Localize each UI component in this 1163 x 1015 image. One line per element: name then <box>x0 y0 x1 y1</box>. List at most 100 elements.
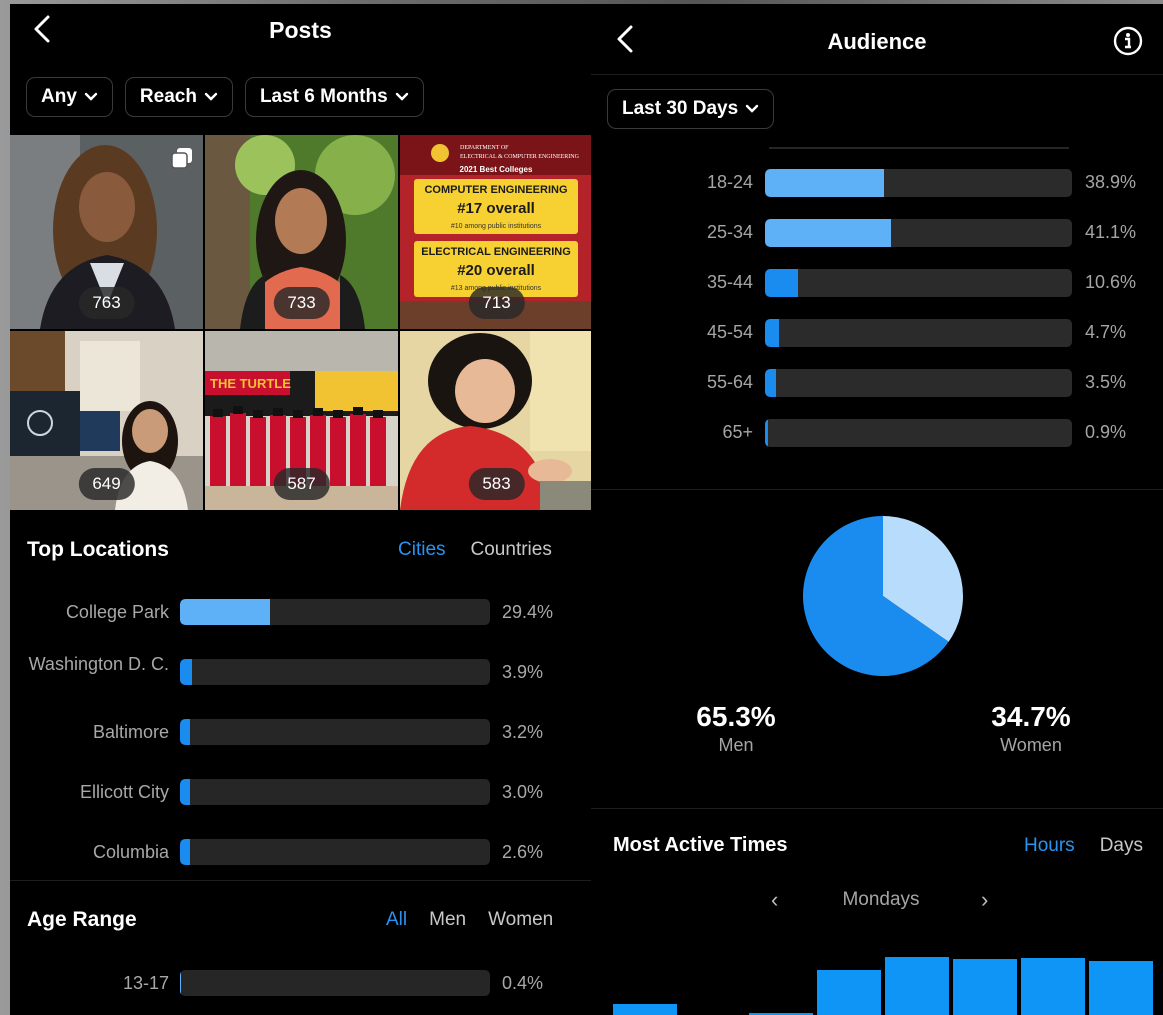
tab-days[interactable]: Days <box>1100 835 1143 857</box>
audience-age-row: 45-54 4.7% <box>591 319 1163 349</box>
location-row-percent: 2.6% <box>502 842 544 862</box>
post-thumbnail[interactable]: 583 <box>400 331 591 510</box>
prev-day-button[interactable]: ‹ <box>771 887 778 913</box>
location-row: College Park 29.4% <box>10 598 591 638</box>
posts-header: Posts <box>10 4 591 60</box>
bar-track <box>180 839 490 865</box>
age-range-title: Age Range <box>27 908 137 931</box>
chevron-down-icon <box>745 104 759 113</box>
bar-fill <box>180 779 190 805</box>
audience-age-row-label: 45-54 <box>706 322 753 342</box>
age-row: 13-17 0.4% <box>10 969 591 1009</box>
multiple-photos-icon <box>171 148 192 169</box>
tab-cities[interactable]: Cities <box>398 539 446 561</box>
location-row-percent: 3.2% <box>502 722 544 742</box>
post-thumbnail[interactable]: 733 <box>205 135 398 329</box>
audience-age-row-percent: 3.5% <box>1085 372 1127 392</box>
age-row-label: 13-17 <box>122 973 169 993</box>
graphic-header: DEPARTMENT OF <box>460 145 509 151</box>
tab-countries[interactable]: Countries <box>471 539 552 561</box>
type-filter-label: Any <box>41 86 77 107</box>
post-reach-count: 587 <box>273 468 330 500</box>
hour-bar <box>1021 958 1085 1015</box>
women-label: Women <box>1000 735 1062 755</box>
prior-bar-edge <box>769 147 1069 149</box>
location-row-percent: 3.0% <box>502 782 544 802</box>
men-percent: 65.3% <box>696 701 776 732</box>
bar-track <box>765 219 1072 247</box>
age-range-tabs: All Men Women <box>386 909 553 931</box>
divider <box>591 489 1163 490</box>
bar-fill <box>180 599 270 625</box>
post-reach-count: 713 <box>468 287 525 319</box>
day-label: Mondays <box>842 889 920 910</box>
audience-age-row: 18-24 38.9% <box>591 169 1163 199</box>
bar-track <box>180 719 490 745</box>
bar-fill <box>765 169 885 197</box>
date-range-dropdown[interactable]: Last 30 Days <box>607 89 775 129</box>
bar-fill <box>180 839 190 865</box>
bar-fill <box>180 719 190 745</box>
graphic-block1-rank: #17 overall <box>457 200 535 217</box>
audience-age-row-percent: 38.9% <box>1085 172 1137 192</box>
divider <box>591 74 1163 75</box>
location-row-label: College Park <box>65 602 169 622</box>
bar-track <box>180 970 490 996</box>
hour-bar <box>817 970 881 1015</box>
bar-fill <box>765 369 776 397</box>
bar-track <box>765 319 1072 347</box>
men-stat: 65.3% Men <box>681 701 791 756</box>
tab-all[interactable]: All <box>386 909 407 931</box>
banner-text: THE TURTLE <box>210 376 291 391</box>
bar-track <box>180 599 490 625</box>
info-icon[interactable] <box>1113 26 1143 56</box>
post-reach-count: 583 <box>468 468 525 500</box>
graphic-block1-sub: #10 among public institutions <box>451 223 542 230</box>
audience-age-row-label: 35-44 <box>706 272 753 292</box>
location-row-percent: 29.4% <box>502 602 554 622</box>
women-percent: 34.7% <box>991 701 1071 732</box>
chevron-down-icon <box>395 92 408 101</box>
tab-hours[interactable]: Hours <box>1024 835 1075 857</box>
period-filter-label: Last 6 Months <box>259 86 388 107</box>
post-filters: Any Reach Last 6 Months <box>26 77 424 117</box>
post-thumbnail[interactable]: 649 <box>10 331 203 510</box>
divider <box>10 880 591 881</box>
next-day-button[interactable]: › <box>981 887 988 913</box>
gender-pie-chart <box>803 516 963 676</box>
bar-track <box>765 269 1072 297</box>
active-times-tabs: Hours Days <box>1024 835 1143 857</box>
location-row-label: Columbia <box>92 842 169 862</box>
bar-fill <box>180 659 192 685</box>
period-filter-dropdown[interactable]: Last 6 Months <box>244 77 424 117</box>
date-range-label: Last 30 Days <box>622 98 739 119</box>
audience-age-row: 25-34 41.1% <box>591 219 1163 249</box>
metric-filter-label: Reach <box>139 86 197 107</box>
audience-age-row: 65+ 0.9% <box>591 419 1163 449</box>
locations-tabs: Cities Countries <box>398 539 552 561</box>
top-locations-title: Top Locations <box>27 538 169 561</box>
post-thumbnail[interactable]: THE TURTLE 587 <box>205 331 398 510</box>
type-filter-dropdown[interactable]: Any <box>26 77 113 117</box>
graphic-block1-title: COMPUTER ENGINEERING <box>424 184 567 196</box>
bar-track <box>180 659 490 685</box>
location-row: Columbia 2.6% <box>10 838 591 878</box>
hour-bar <box>1089 961 1153 1015</box>
audience-age-row-label: 55-64 <box>706 372 753 392</box>
location-row-percent: 3.9% <box>502 662 544 682</box>
hour-bar <box>885 957 949 1015</box>
audience-age-row-percent: 10.6% <box>1085 272 1137 292</box>
post-thumbnail[interactable]: 763 <box>10 135 203 329</box>
tab-men[interactable]: Men <box>429 909 466 931</box>
bar-fill <box>180 970 182 996</box>
audience-age-row-percent: 41.1% <box>1085 222 1137 242</box>
audience-age-row: 35-44 10.6% <box>591 269 1163 299</box>
tab-women[interactable]: Women <box>488 909 553 931</box>
bar-fill <box>765 319 780 347</box>
location-row: Washington D. C. 3.9% <box>10 654 591 698</box>
post-thumbnail[interactable]: DEPARTMENT OF ELECTRICAL & COMPUTER ENGI… <box>400 135 591 329</box>
metric-filter-dropdown[interactable]: Reach <box>124 77 233 117</box>
graphic-subheader: ELECTRICAL & COMPUTER ENGINEERING <box>460 154 580 160</box>
chevron-down-icon <box>204 92 218 101</box>
location-row: Baltimore 3.2% <box>10 718 591 758</box>
